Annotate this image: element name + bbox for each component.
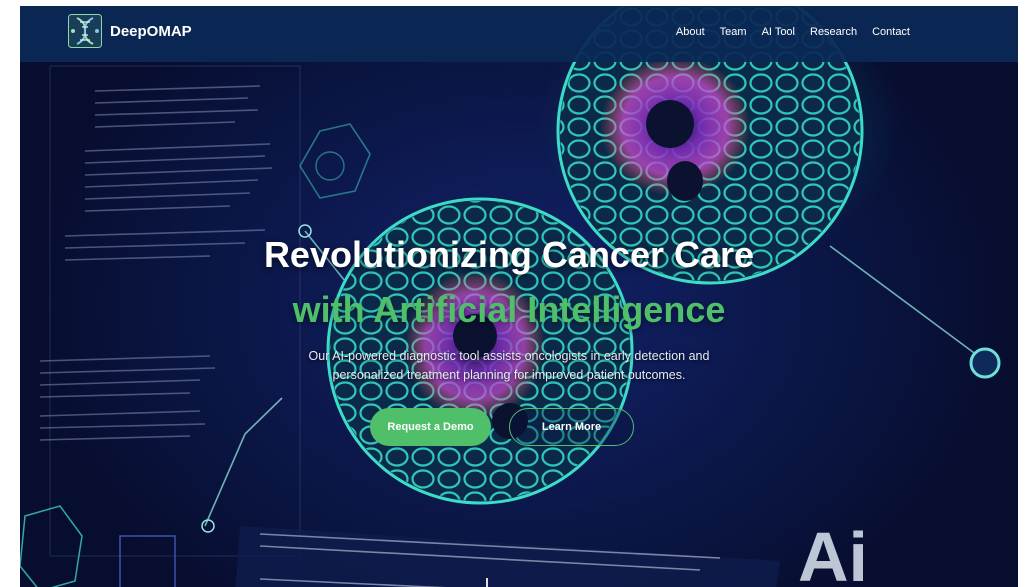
hero-title-line2: with Artificial Intelligence: [292, 289, 726, 330]
hero-subtitle-line1: Our AI-powered diagnostic tool assists o…: [308, 349, 710, 363]
nav-link-team[interactable]: Team: [720, 26, 747, 38]
brand[interactable]: DeepOMAP: [68, 14, 192, 48]
learn-more-button[interactable]: Learn More: [509, 408, 634, 446]
hero-title-line1: Revolutionizing Cancer Care: [263, 234, 755, 275]
top-navbar: DeepOMAP About Team AI Tool Research Con…: [20, 6, 1018, 62]
nav-link-ai-tool[interactable]: AI Tool: [762, 26, 795, 38]
browser-viewport: Ai DeepOMAP About Team AI Tool Research …: [20, 6, 1018, 587]
chip-graphic: [20, 505, 176, 587]
bottom-document: [235, 526, 780, 587]
dna-logo-icon: [68, 14, 102, 48]
hero-subtitle-line2: personalized treatment planning for impr…: [332, 368, 686, 382]
hero-subtitle: Our AI-powered diagnostic tool assists o…: [260, 347, 758, 385]
ai-watermark-text: Ai: [798, 518, 868, 587]
main-nav: About Team AI Tool Research Contact: [676, 6, 910, 58]
nav-link-about[interactable]: About: [676, 26, 705, 38]
nav-link-contact[interactable]: Contact: [872, 26, 910, 38]
brand-name: DeepOMAP: [110, 22, 192, 40]
request-demo-button[interactable]: Request a Demo: [370, 408, 491, 446]
text-cursor: [486, 578, 488, 587]
nav-link-research[interactable]: Research: [810, 26, 857, 38]
